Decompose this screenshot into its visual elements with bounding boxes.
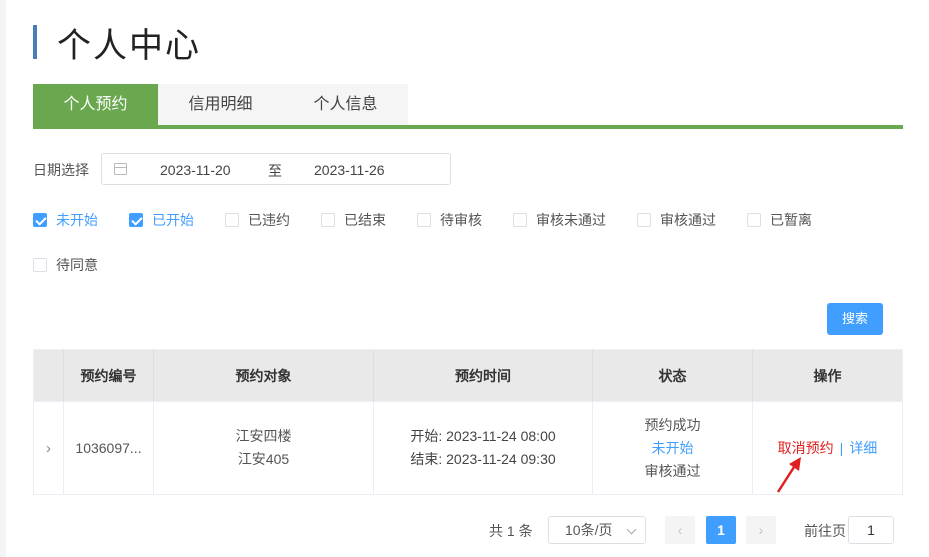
checkbox-box[interactable] — [513, 213, 527, 227]
header-reservation-time: 预约时间 — [374, 350, 593, 401]
header-expand-col — [34, 350, 64, 401]
status-booking: 预约成功 — [644, 416, 701, 433]
detail-link[interactable]: 详细 — [849, 437, 877, 460]
status-checkbox-pending-consent[interactable]: 待同意 — [33, 255, 98, 275]
date-range-picker[interactable]: 2023-11-20 至 2023-11-26 — [101, 153, 451, 185]
checkbox-box[interactable] — [417, 213, 431, 227]
checkbox-label: 待同意 — [56, 257, 98, 273]
reservation-table: 预约编号 预约对象 预约时间 状态 操作 › 1036097... 江安四楼 江… — [33, 349, 903, 495]
left-margin-strip — [0, 0, 6, 557]
reservation-object-cell: 江安四楼 江安405 — [154, 402, 374, 494]
date-start-value[interactable]: 2023-11-20 — [160, 162, 231, 178]
checkbox-label: 未开始 — [56, 212, 98, 228]
page-size-select[interactable]: 10条/页 — [548, 516, 646, 544]
chevron-down-icon — [626, 524, 637, 535]
checkbox-box[interactable] — [129, 213, 143, 227]
reservation-id: 1036097... — [75, 439, 142, 456]
date-range-separator: 至 — [268, 163, 282, 179]
tab-personal-info[interactable]: 个人信息 — [283, 84, 408, 125]
status-checkbox-pending-review[interactable]: 待审核 — [417, 210, 482, 230]
checkbox-label: 审核未通过 — [536, 212, 606, 228]
status-checkbox-review-failed[interactable]: 审核未通过 — [513, 210, 606, 230]
action-divider: | — [839, 439, 844, 456]
tab-personal-reservation[interactable]: 个人预约 — [33, 84, 158, 125]
date-filter-label: 日期选择 — [33, 162, 89, 178]
checkbox-box[interactable] — [225, 213, 239, 227]
table-header: 预约编号 预约对象 预约时间 状态 操作 — [34, 350, 902, 401]
reservation-time-cell: 开始: 2023-11-24 08:00 结束: 2023-11-24 09:3… — [374, 402, 593, 494]
checkbox-label: 已暂离 — [770, 212, 812, 228]
checkbox-box[interactable] — [33, 213, 47, 227]
date-end-value[interactable]: 2023-11-26 — [314, 162, 385, 178]
table-row: › 1036097... 江安四楼 江安405 开始: 2023-11-24 0… — [34, 401, 902, 494]
pagination-total: 共 1 条 — [489, 523, 533, 539]
goto-page-input[interactable]: 1 — [848, 516, 894, 544]
checkbox-label: 已开始 — [152, 212, 194, 228]
chevron-right-icon[interactable]: › — [46, 437, 51, 460]
status-checkbox-review-passed[interactable]: 审核通过 — [637, 210, 716, 230]
checkbox-box[interactable] — [637, 213, 651, 227]
reservation-id-cell: 1036097... — [64, 402, 154, 494]
status-review: 审核通过 — [644, 462, 701, 479]
object-room: 江安405 — [237, 451, 290, 467]
next-page-button[interactable]: › — [746, 516, 776, 544]
status-checkbox-away[interactable]: 已暂离 — [747, 210, 812, 230]
checkbox-label: 已结束 — [344, 212, 386, 228]
checkbox-box[interactable] — [321, 213, 335, 227]
page-number-current[interactable]: 1 — [706, 516, 736, 544]
page-title: 个人中心 — [57, 25, 201, 66]
status-checkbox-not-started[interactable]: 未开始 — [33, 210, 98, 230]
tab-credit-details[interactable]: 信用明细 — [158, 84, 283, 125]
red-arrow-annotation-icon — [776, 457, 801, 493]
prev-page-button[interactable]: ‹ — [665, 516, 695, 544]
status-progress: 未开始 — [651, 439, 694, 456]
page-size-value: 10条/页 — [565, 522, 613, 538]
header-actions: 操作 — [813, 367, 842, 384]
goto-page-label: 前往页 — [804, 523, 846, 539]
title-accent-bar — [33, 25, 37, 59]
status-checkbox-violated[interactable]: 已违约 — [225, 210, 290, 230]
checkbox-label: 审核通过 — [660, 212, 716, 228]
checkbox-label: 待审核 — [440, 212, 482, 228]
status-checkbox-started[interactable]: 已开始 — [129, 210, 194, 230]
object-building: 江安四楼 — [235, 428, 292, 444]
search-button[interactable]: 搜索 — [827, 303, 883, 335]
checkbox-box[interactable] — [747, 213, 761, 227]
page-header: 个人中心 — [33, 22, 201, 66]
status-cell: 预约成功 未开始 审核通过 — [593, 402, 753, 494]
tab-bar: 个人预约 信用明细 个人信息 — [33, 84, 903, 129]
status-checkbox-ended[interactable]: 已结束 — [321, 210, 386, 230]
expand-cell: › — [34, 402, 64, 494]
calendar-icon — [114, 163, 127, 175]
header-reservation-id: 预约编号 — [64, 350, 154, 401]
header-status: 状态 — [593, 350, 753, 401]
header-reservation-object: 预约对象 — [154, 350, 374, 401]
time-start: 开始: 2023-11-24 08:00 — [410, 428, 556, 444]
time-end: 结束: 2023-11-24 09:30 — [410, 451, 556, 467]
checkbox-box[interactable] — [33, 258, 47, 272]
checkbox-label: 已违约 — [248, 212, 290, 228]
